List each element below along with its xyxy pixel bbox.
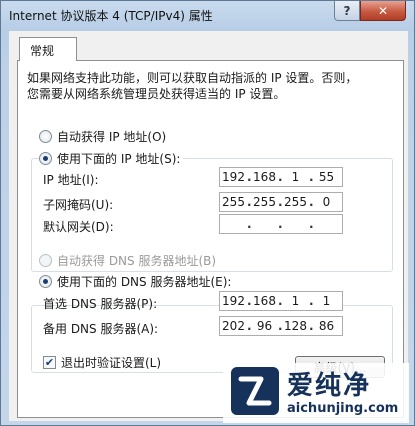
- ip-dot: .: [247, 217, 252, 231]
- ip-octet-1: 192: [222, 294, 245, 308]
- ip-octet-1: 192: [222, 170, 245, 184]
- ip-octet-2: 96: [256, 319, 273, 333]
- close-icon: ✕: [377, 3, 389, 18]
- ip-octet-4: 86: [318, 319, 335, 333]
- tab-general[interactable]: 常规: [19, 37, 77, 61]
- ip-octet-3: 128: [284, 319, 307, 333]
- description-line-2: 您需要从网络系统管理员处获得适当的 IP 设置。: [27, 87, 286, 101]
- radio-button-checked[interactable]: [39, 152, 52, 165]
- close-button[interactable]: ✕: [360, 1, 406, 21]
- radio-manual-dns-label: 使用下面的 DNS 服务器地址(E):: [57, 275, 232, 289]
- ip-octet-4: 1: [322, 294, 331, 308]
- watermark: 爱纯净 aichunjing.com: [223, 363, 409, 423]
- ip-dot: .: [278, 217, 283, 231]
- radio-button-disabled: [39, 254, 52, 267]
- preferred-dns-label: 首选 DNS 服务器(P):: [43, 297, 158, 311]
- radio-manual-ip-label: 使用下面的 IP 地址(S):: [57, 152, 181, 166]
- title-bar[interactable]: Internet 协议版本 4 (TCP/IPv4) 属性 ? ✕: [1, 1, 414, 31]
- radio-auto-dns: 自动获得 DNS 服务器地址(B): [39, 252, 216, 269]
- ip-dot: .: [309, 217, 314, 231]
- watermark-url: aichunjing.com: [287, 401, 399, 416]
- ip-octet-2: 255: [253, 195, 276, 209]
- radio-button[interactable]: [39, 130, 52, 143]
- ip-octet-1: 202: [222, 319, 245, 333]
- ip-octet-1: 255: [222, 195, 245, 209]
- gateway-input[interactable]: . . .: [219, 214, 343, 234]
- watermark-logo-icon: [231, 367, 279, 415]
- help-icon: ?: [343, 3, 351, 18]
- window-title: Internet 协议版本 4 (TCP/IPv4) 属性: [9, 9, 213, 23]
- alternate-dns-input[interactable]: 202. 96. 128. 86: [219, 316, 343, 336]
- validate-on-exit-checkbox[interactable]: ✔ 退出时验证设置(L): [43, 354, 161, 371]
- radio-auto-ip[interactable]: 自动获得 IP 地址(O): [39, 128, 166, 145]
- checkmark-icon[interactable]: ✔: [43, 356, 56, 369]
- ip-address-input[interactable]: 192. 168. 1. 55: [219, 167, 343, 187]
- ip-octet-4: 0: [322, 195, 331, 209]
- radio-manual-dns[interactable]: 使用下面的 DNS 服务器地址(E):: [39, 273, 235, 290]
- ip-address-label: IP 地址(I):: [43, 173, 99, 187]
- radio-manual-ip[interactable]: 使用下面的 IP 地址(S):: [39, 150, 184, 167]
- alternate-dns-label: 备用 DNS 服务器(A):: [43, 322, 159, 336]
- ip-octet-3: 1: [291, 170, 300, 184]
- ip-octet-4: 55: [318, 170, 335, 184]
- ip-octet-2: 168: [253, 294, 276, 308]
- subnet-mask-input[interactable]: 255. 255. 255. 0: [219, 192, 343, 212]
- description-text: 如果网络支持此功能，则可以获取自动指派的 IP 设置。否则， 您需要从网络系统管…: [27, 70, 397, 102]
- watermark-brand: 爱纯净: [287, 371, 372, 401]
- help-button[interactable]: ?: [334, 1, 360, 21]
- description-line-1: 如果网络支持此功能，则可以获取自动指派的 IP 设置。否则，: [27, 71, 358, 85]
- radio-button-checked[interactable]: [39, 275, 52, 288]
- ip-octet-3: 255: [284, 195, 307, 209]
- radio-auto-dns-label: 自动获得 DNS 服务器地址(B): [57, 254, 217, 268]
- ip-octet-2: 168: [253, 170, 276, 184]
- radio-auto-ip-label: 自动获得 IP 地址(O): [57, 130, 167, 144]
- ip-octet-3: 1: [291, 294, 300, 308]
- preferred-dns-input[interactable]: 192. 168. 1. 1: [219, 291, 343, 311]
- watermark-logo-svg: [238, 376, 272, 406]
- gateway-label: 默认网关(D):: [43, 220, 114, 234]
- tab-label: 常规: [30, 44, 55, 58]
- subnet-mask-label: 子网掩码(U):: [43, 198, 114, 212]
- dialog-window: Internet 协议版本 4 (TCP/IPv4) 属性 ? ✕ 常规 如果网…: [0, 0, 415, 426]
- validate-on-exit-label: 退出时验证设置(L): [61, 356, 162, 370]
